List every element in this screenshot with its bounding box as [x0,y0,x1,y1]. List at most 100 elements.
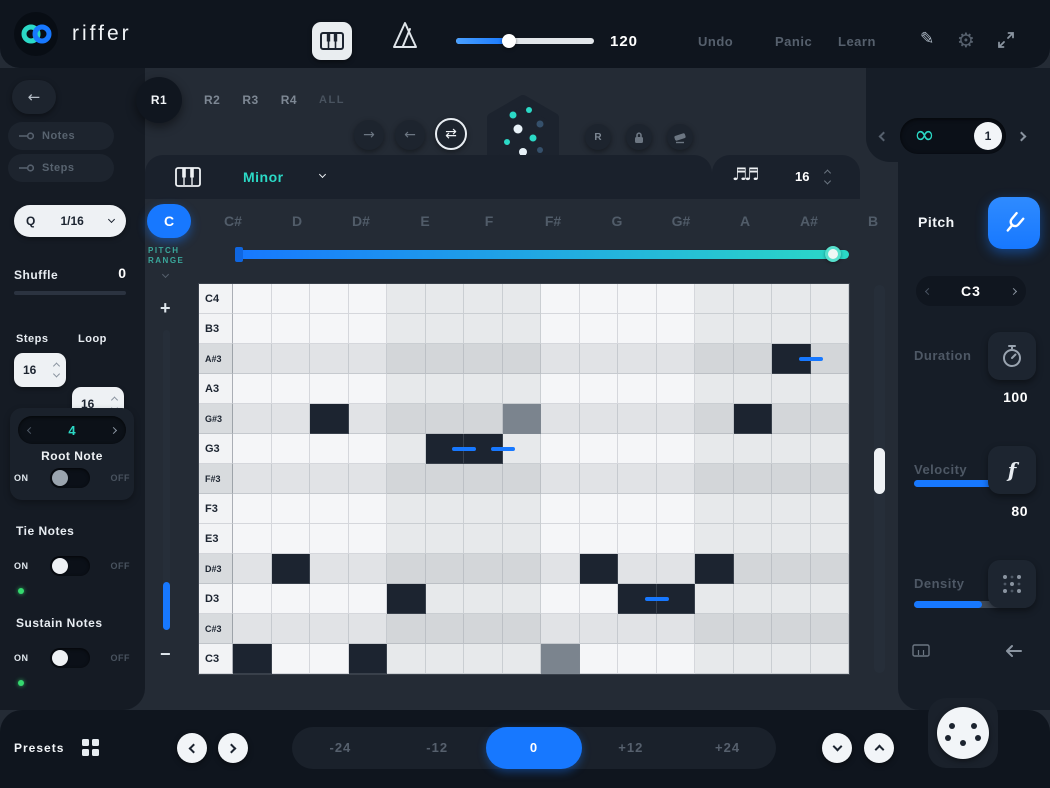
settings-gear-icon[interactable]: ⚙ [957,28,975,52]
preset-next-button[interactable] [218,733,248,763]
grid-cell-e3-8[interactable] [503,524,542,554]
keyboard-button[interactable] [312,22,352,60]
grid-cell-ds3-3[interactable] [310,554,349,584]
root-note-toggle[interactable] [50,468,90,488]
grid-cell-cs3-3[interactable] [310,614,349,644]
grid-cell-ds3-7[interactable] [464,554,503,584]
grid-cell-as3-8[interactable] [503,344,542,374]
grid-cell-cs3-12[interactable] [657,614,696,644]
grid-cell-fs3-3[interactable] [310,464,349,494]
grid-cell-d3-11[interactable] [618,584,657,614]
grid-cell-g3-9[interactable] [541,434,580,464]
riff-tab-r3[interactable]: R3 [242,93,258,107]
grid-cell-f3-10[interactable] [580,494,619,524]
grid-cell-f3-3[interactable] [310,494,349,524]
grid-cell-gs3-15[interactable] [772,404,811,434]
grid-cell-ds3-14[interactable] [734,554,773,584]
grid-cell-ds3-2[interactable] [272,554,311,584]
loop-count-badge[interactable]: 1 [974,122,1002,150]
grid-cell-e3-10[interactable] [580,524,619,554]
grid-cell-b3-5[interactable] [387,314,426,344]
grid-cell-d3-2[interactable] [272,584,311,614]
collapse-button[interactable] [822,733,852,763]
grid-cell-gs3-7[interactable] [464,404,503,434]
grid-cell-b3-9[interactable] [541,314,580,344]
grid-cell-gs3-8[interactable] [503,404,542,434]
note-next-button[interactable] [1010,287,1017,294]
panic-button[interactable]: Panic [775,34,812,49]
grid-cell-c3-15[interactable] [772,644,811,674]
grid-cell-a3-4[interactable] [349,374,388,404]
grid-cell-c4-10[interactable] [580,284,619,314]
grid-cell-e3-7[interactable] [464,524,503,554]
shuffle-slider[interactable] [14,291,126,295]
grid-cell-g3-4[interactable] [349,434,388,464]
grid-cell-ds3-10[interactable] [580,554,619,584]
grid-cell-f3-16[interactable] [811,494,850,524]
riff-tab-r4[interactable]: R4 [281,93,297,107]
grid-cell-g3-15[interactable] [772,434,811,464]
grid-cell-ds3-1[interactable] [233,554,272,584]
eraser-button[interactable] [667,124,693,150]
grid-cell-a3-16[interactable] [811,374,850,404]
grid-cell-fs3-6[interactable] [426,464,465,494]
grid-cell-c3-1[interactable] [233,644,272,674]
grid-cell-cs3-14[interactable] [734,614,773,644]
grid-cell-d3-16[interactable] [811,584,850,614]
grid-cell-c4-9[interactable] [541,284,580,314]
grid-cell-cs3-11[interactable] [618,614,657,644]
grid-cell-b3-16[interactable] [811,314,850,344]
pitch-range-max-handle[interactable] [825,246,841,262]
grid-cell-gs3-6[interactable] [426,404,465,434]
grid-cell-gs3-12[interactable] [657,404,696,434]
note-name-f[interactable]: F [467,204,511,238]
grid-cell-cs3-10[interactable] [580,614,619,644]
pitch-range-slider[interactable] [237,250,849,259]
grid-cell-fs3-14[interactable] [734,464,773,494]
grid-cell-gs3-4[interactable] [349,404,388,434]
grid-cell-a3-6[interactable] [426,374,465,404]
note-name-b[interactable]: B [851,204,895,238]
grid-cell-as3-2[interactable] [272,344,311,374]
note-prev-button[interactable] [925,287,932,294]
root-note-stepper[interactable]: 4 [18,416,126,444]
chevron-right-icon[interactable] [110,426,117,433]
grid-cell-b3-3[interactable] [310,314,349,344]
grid-cell-a3-14[interactable] [734,374,773,404]
grid-cell-c4-3[interactable] [310,284,349,314]
grid-cell-c3-6[interactable] [426,644,465,674]
grid-cell-d3-1[interactable] [233,584,272,614]
grid-cell-as3-13[interactable] [695,344,734,374]
grid-cell-c4-16[interactable] [811,284,850,314]
grid-cell-a3-7[interactable] [464,374,503,404]
grid-cell-d3-8[interactable] [503,584,542,614]
grid-cell-ds3-5[interactable] [387,554,426,584]
zoom-out-button[interactable]: − [160,644,171,665]
grid-cell-gs3-14[interactable] [734,404,773,434]
preset-prev-button[interactable] [177,733,207,763]
pitch-note-stepper[interactable]: C3 [916,276,1026,306]
metronome-button[interactable] [390,20,420,50]
duration-button[interactable] [988,332,1036,380]
grid-cell-fs3-13[interactable] [695,464,734,494]
tempo-slider-knob[interactable] [502,34,516,48]
grid-cell-as3-4[interactable] [349,344,388,374]
grid-cell-b3-4[interactable] [349,314,388,344]
note-name-f-sharp[interactable]: F# [531,204,575,238]
vertical-zoom-scrollbar[interactable] [163,330,170,630]
flip-button[interactable]: ⇄ [435,118,467,150]
grid-cell-fs3-12[interactable] [657,464,696,494]
grid-cell-f3-15[interactable] [772,494,811,524]
grid-cell-a3-15[interactable] [772,374,811,404]
grid-cell-a3-11[interactable] [618,374,657,404]
grid-cell-ds3-4[interactable] [349,554,388,584]
revert-arrow-button[interactable] [1004,644,1024,658]
grid-cell-as3-6[interactable] [426,344,465,374]
shift-right-button[interactable]: → [354,120,384,150]
grid-cell-c4-8[interactable] [503,284,542,314]
grid-cell-fs3-8[interactable] [503,464,542,494]
grid-cell-a3-1[interactable] [233,374,272,404]
grid-cell-a3-12[interactable] [657,374,696,404]
grid-cell-gs3-1[interactable] [233,404,272,434]
grid-cell-ds3-8[interactable] [503,554,542,584]
